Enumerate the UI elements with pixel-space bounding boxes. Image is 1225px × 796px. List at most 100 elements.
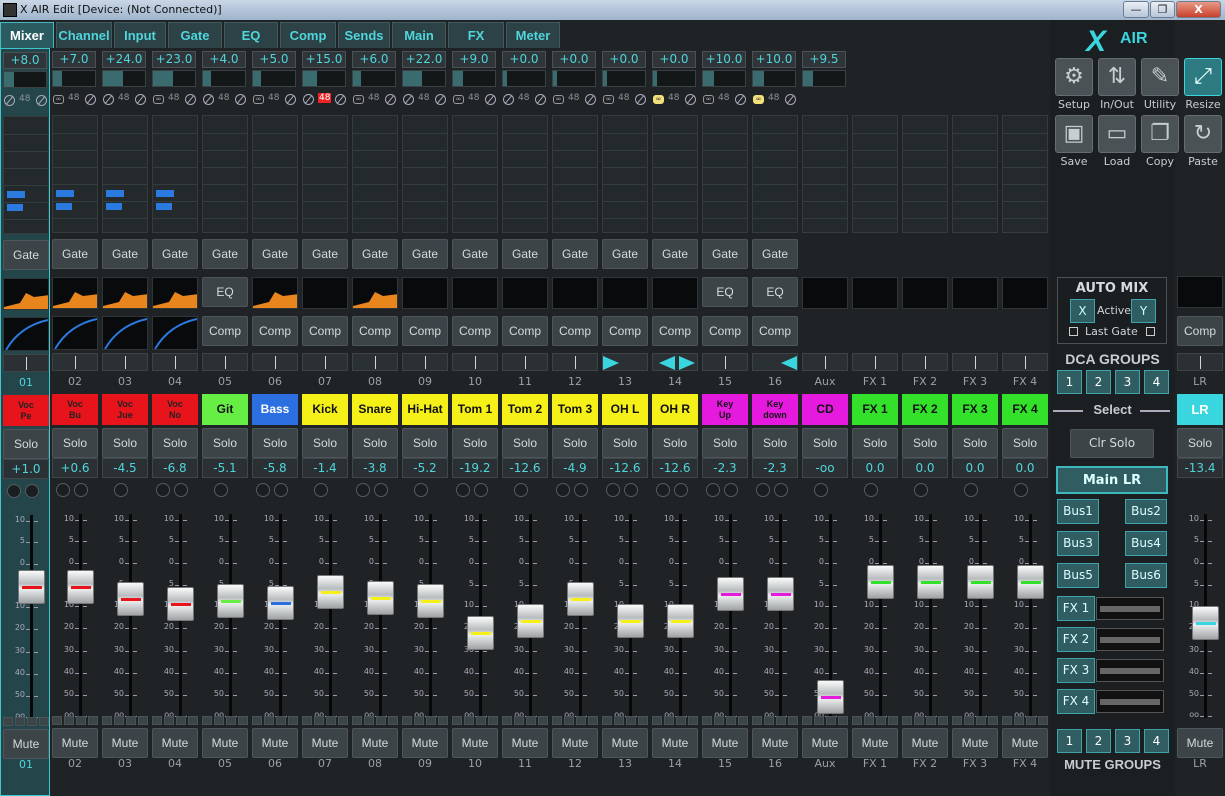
tab-meter[interactable]: Meter bbox=[506, 22, 560, 48]
ch-10-comp-button[interactable]: Comp bbox=[452, 316, 498, 346]
ch-fx1-pan-slider[interactable] bbox=[852, 353, 898, 371]
arrows-icon[interactable]: ⇅ bbox=[1098, 58, 1136, 96]
ch-06-mute-button[interactable]: Mute bbox=[252, 728, 298, 758]
ch-08-mute-button[interactable]: Mute bbox=[352, 728, 398, 758]
ch-05-solo-button[interactable]: Solo bbox=[202, 428, 248, 458]
ch-16-name[interactable]: Key down bbox=[752, 394, 798, 425]
ch-15-eq-button[interactable]: EQ bbox=[702, 277, 748, 307]
ch-03-solo-button[interactable]: Solo bbox=[102, 428, 148, 458]
ch-02-eq-display[interactable] bbox=[52, 277, 98, 309]
ch-05-gain-slider[interactable] bbox=[202, 70, 246, 87]
ch-02-gain-value[interactable]: +7.0 bbox=[52, 51, 96, 68]
ch-06-eq-display[interactable] bbox=[252, 277, 298, 309]
ch-16-solo-button[interactable]: Solo bbox=[752, 428, 798, 458]
ch-fx4-fader-track[interactable] bbox=[1029, 514, 1032, 718]
ch-16-mute-button[interactable]: Mute bbox=[752, 728, 798, 758]
ch-10-name[interactable]: Tom 1 bbox=[452, 394, 498, 425]
ch-fx3-pan-slider[interactable] bbox=[952, 353, 998, 371]
ch-03-name[interactable]: Voc Jue bbox=[102, 394, 148, 425]
ch-02-phantom-48v[interactable]: 48 bbox=[68, 93, 79, 103]
ch-10-automix-indicator[interactable] bbox=[456, 483, 470, 497]
ch-09-gain-value[interactable]: +22.0 bbox=[402, 51, 446, 68]
link-icon[interactable]: ∞ bbox=[703, 95, 714, 104]
ch-fx4-eq-display[interactable] bbox=[1002, 277, 1048, 309]
ch-fx4-level-value[interactable]: 0.0 bbox=[1002, 458, 1048, 478]
ch-04-gate-button[interactable]: Gate bbox=[152, 239, 198, 269]
ch-06-comp-button[interactable]: Comp bbox=[252, 316, 298, 346]
ch-04-solo-button[interactable]: Solo bbox=[152, 428, 198, 458]
phase-invert-icon[interactable] bbox=[36, 95, 47, 106]
ch-fx2-fader-knob[interactable] bbox=[917, 565, 944, 600]
ch-fx1-name[interactable]: FX 1 bbox=[852, 394, 898, 425]
ch-fx3-level-value[interactable]: 0.0 bbox=[952, 458, 998, 478]
link-icon[interactable]: ∞ bbox=[153, 95, 164, 104]
automix-x-button[interactable]: X bbox=[1070, 299, 1095, 323]
ch-16-gate-button[interactable]: Gate bbox=[752, 239, 798, 269]
ch-03-gain-value[interactable]: +24.0 bbox=[102, 51, 146, 68]
ch-01-comp-display[interactable] bbox=[3, 317, 49, 351]
maximize-button[interactable]: ❐ bbox=[1150, 1, 1175, 18]
ch-04-level-value[interactable]: -6.8 bbox=[152, 458, 198, 478]
ch-11-solo-button[interactable]: Solo bbox=[502, 428, 548, 458]
ch-07-pan-slider[interactable] bbox=[302, 353, 348, 371]
ch-06-gain-slider[interactable] bbox=[252, 70, 296, 87]
ch-06-automix-indicator[interactable] bbox=[274, 483, 288, 497]
gear-icon[interactable]: ⚙ bbox=[1055, 58, 1093, 96]
ch-02-name[interactable]: Voc Bu bbox=[52, 394, 98, 425]
ch-13-mute-button[interactable]: Mute bbox=[602, 728, 648, 758]
ch-fx3-fader-track[interactable] bbox=[979, 514, 982, 718]
link-icon[interactable]: ∞ bbox=[603, 95, 614, 104]
ch-11-gain-value[interactable]: +0.0 bbox=[502, 51, 546, 68]
ch-05-gain-value[interactable]: +4.0 bbox=[202, 51, 246, 68]
ch-01-eq-display[interactable] bbox=[3, 278, 49, 310]
ch-13-phantom-48v[interactable]: 48 bbox=[618, 93, 629, 103]
fx-unit-4-thumbnail[interactable] bbox=[1096, 690, 1164, 713]
ch-01-automix-indicator[interactable] bbox=[7, 484, 21, 498]
ch-13-pan-slider[interactable] bbox=[602, 353, 648, 371]
ch-05-comp-button[interactable]: Comp bbox=[202, 316, 248, 346]
ch-11-name[interactable]: Tom 2 bbox=[502, 394, 548, 425]
ch-10-solo-button[interactable]: Solo bbox=[452, 428, 498, 458]
ch-12-pan-slider[interactable] bbox=[552, 353, 598, 371]
ch-02-gain-slider[interactable] bbox=[52, 70, 96, 87]
ch-09-eq-display[interactable] bbox=[402, 277, 448, 309]
ch-04-name[interactable]: Voc No bbox=[152, 394, 198, 425]
ch-02-automix-indicator[interactable] bbox=[74, 483, 88, 497]
ch-14-solo-button[interactable]: Solo bbox=[652, 428, 698, 458]
ch-11-level-value[interactable]: -12.6 bbox=[502, 458, 548, 478]
dca-group-1[interactable]: 1 bbox=[1057, 370, 1082, 394]
ch-15-automix-indicator[interactable] bbox=[706, 483, 720, 497]
mute-group-4[interactable]: 4 bbox=[1144, 729, 1169, 753]
ch-fx1-automix-indicator[interactable] bbox=[864, 483, 878, 497]
ch-13-gain-value[interactable]: +0.0 bbox=[602, 51, 646, 68]
phase-invert-icon[interactable] bbox=[235, 94, 246, 105]
ch-fx2-automix-indicator[interactable] bbox=[914, 483, 928, 497]
ch-fx3-mute-button[interactable]: Mute bbox=[952, 728, 998, 758]
ch-13-automix-indicator[interactable] bbox=[606, 483, 620, 497]
fx-unit-2-thumbnail[interactable] bbox=[1096, 628, 1164, 651]
phase-invert-icon[interactable] bbox=[535, 94, 546, 105]
ch-fx2-level-value[interactable]: 0.0 bbox=[902, 458, 948, 478]
ch-07-mute-button[interactable]: Mute bbox=[302, 728, 348, 758]
ch-aux-pan-slider[interactable] bbox=[802, 353, 848, 371]
ch-15-phantom-48v[interactable]: 48 bbox=[718, 93, 729, 103]
dca-group-3[interactable]: 3 bbox=[1115, 370, 1140, 394]
ch-03-eq-display[interactable] bbox=[102, 277, 148, 309]
ch-10-gate-button[interactable]: Gate bbox=[452, 239, 498, 269]
ch-06-pan-slider[interactable] bbox=[252, 353, 298, 371]
ch-05-eq-button[interactable]: EQ bbox=[202, 277, 248, 307]
ch-05-fader-knob[interactable] bbox=[217, 583, 244, 618]
lr-name[interactable]: LR bbox=[1177, 394, 1223, 425]
ch-06-name[interactable]: Bass bbox=[252, 394, 298, 425]
ch-fx3-eq-display[interactable] bbox=[952, 277, 998, 309]
phase-invert-icon[interactable] bbox=[85, 94, 96, 105]
mute-group-3[interactable]: 3 bbox=[1115, 729, 1140, 753]
fx-send-1-button[interactable]: FX 1 bbox=[1057, 596, 1095, 621]
ch-09-level-value[interactable]: -5.2 bbox=[402, 458, 448, 478]
lr-solo-button[interactable]: Solo bbox=[1177, 428, 1223, 458]
phase-invert-icon[interactable] bbox=[285, 94, 296, 105]
ch-fx4-fader-knob[interactable] bbox=[1017, 565, 1044, 600]
ch-15-fader-knob[interactable] bbox=[717, 577, 744, 612]
ch-11-comp-button[interactable]: Comp bbox=[502, 316, 548, 346]
last-gate-checkbox-right[interactable] bbox=[1146, 327, 1155, 336]
